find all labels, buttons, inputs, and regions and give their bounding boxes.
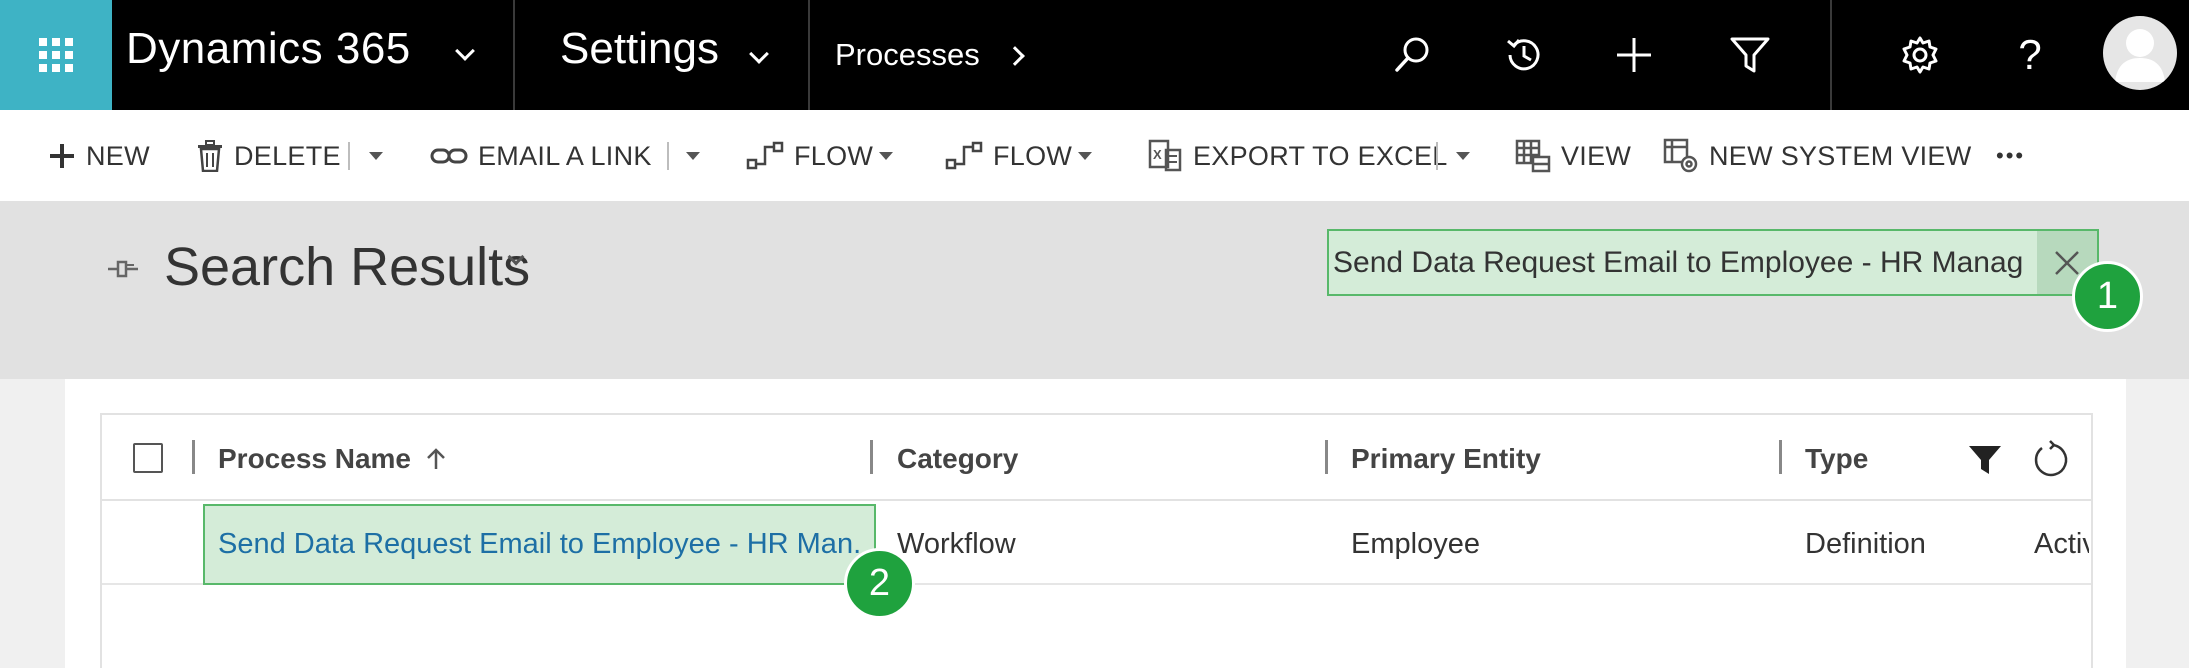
flow-icon: [945, 141, 983, 170]
pin-icon[interactable]: [106, 254, 142, 289]
flow-icon: [746, 141, 784, 170]
close-icon: [2055, 250, 2079, 275]
toolbar-divider: [667, 142, 669, 170]
recent-history-icon[interactable]: [1499, 30, 1549, 80]
chevron-down-icon[interactable]: [369, 152, 383, 160]
delete-button[interactable]: DELETE: [196, 138, 341, 174]
delete-label: DELETE: [234, 140, 341, 171]
chevron-down-icon[interactable]: [455, 41, 475, 61]
nav-divider: [513, 0, 515, 110]
link-icon: [430, 148, 468, 164]
search-icon[interactable]: [1387, 30, 1437, 80]
area-selector[interactable]: Settings: [560, 24, 719, 74]
column-header-type[interactable]: Type: [1805, 443, 1868, 475]
column-divider[interactable]: [1779, 440, 1782, 474]
grid-filter-icon[interactable]: [1967, 444, 2003, 481]
filter-icon[interactable]: [1725, 30, 1775, 80]
toolbar-divider: [1436, 142, 1438, 170]
column-divider[interactable]: [870, 440, 873, 474]
view-label: VIEW: [1561, 140, 1632, 171]
top-navigation-bar: Dynamics 365 Settings Processes ?: [0, 0, 2189, 110]
chevron-down-icon[interactable]: [1078, 152, 1092, 160]
view-title[interactable]: Search Results: [164, 236, 530, 298]
chevron-down-icon[interactable]: [686, 152, 700, 160]
sort-ascending-icon: [426, 448, 445, 469]
new-system-view-button[interactable]: NEW SYSTEM VIEW: [1663, 138, 1972, 174]
flow-button[interactable]: FLOW: [746, 138, 873, 174]
app-launcher-button[interactable]: [0, 0, 112, 110]
flow-button-2[interactable]: FLOW: [945, 138, 1072, 174]
email-link-label: EMAIL A LINK: [478, 140, 652, 171]
help-icon[interactable]: ?: [2005, 30, 2055, 80]
view-button[interactable]: VIEW: [1515, 138, 1631, 174]
callout-badge-1: 1: [2072, 261, 2143, 332]
refresh-icon[interactable]: [2032, 440, 2072, 485]
system-view-gear-icon: [1663, 138, 1698, 173]
cell-status: Activ: [2034, 528, 2089, 560]
breadcrumb-processes[interactable]: Processes: [835, 37, 980, 73]
new-label: NEW: [86, 140, 150, 171]
chevron-down-icon[interactable]: [749, 44, 769, 64]
column-divider[interactable]: [1325, 440, 1328, 474]
nav-divider: [808, 0, 810, 110]
more-commands-button[interactable]: •••: [1996, 138, 2025, 174]
nav-divider: [1830, 0, 1832, 110]
plus-icon: [50, 144, 74, 168]
column-header-process-name[interactable]: Process Name: [218, 443, 447, 475]
column-divider[interactable]: [192, 440, 195, 474]
view-grid-icon: [1515, 139, 1551, 173]
callout-badge-2: 2: [844, 548, 915, 619]
process-name-link[interactable]: Send Data Request Email to Employee - HR…: [218, 528, 863, 561]
column-header-process-name-label: Process Name: [218, 443, 412, 474]
search-input-value[interactable]: Send Data Request Email to Employee - HR…: [1333, 246, 2037, 280]
cell-type: Definition: [1805, 528, 1926, 560]
avatar[interactable]: [2103, 16, 2177, 90]
email-link-button[interactable]: EMAIL A LINK: [430, 138, 652, 174]
trash-icon: [198, 140, 222, 172]
column-header-primary-entity[interactable]: Primary Entity: [1351, 443, 1541, 475]
brand-title[interactable]: Dynamics 365: [126, 24, 411, 74]
svg-text:X: X: [1153, 147, 1162, 162]
excel-icon: X: [1148, 139, 1182, 172]
select-all-checkbox[interactable]: [133, 443, 163, 473]
chevron-down-icon[interactable]: [879, 152, 893, 160]
chevron-down-icon[interactable]: [1456, 152, 1470, 160]
column-header-category[interactable]: Category: [897, 443, 1018, 475]
new-system-view-label: NEW SYSTEM VIEW: [1709, 140, 1972, 171]
cell-category: Workflow: [897, 528, 1016, 560]
export-excel-button[interactable]: X EXPORT TO EXCEL: [1147, 138, 1448, 174]
gear-icon[interactable]: [1895, 30, 1945, 80]
chevron-right-icon[interactable]: [1005, 46, 1025, 66]
toolbar-divider: [348, 142, 350, 170]
flow-label-2: FLOW: [993, 140, 1073, 171]
export-excel-label: EXPORT TO EXCEL: [1193, 140, 1448, 171]
command-bar: NEW DELETE EMAIL A LINK FLOW FLOW X EXPO…: [0, 110, 2189, 201]
waffle-icon: [39, 38, 73, 72]
new-button[interactable]: NEW: [48, 138, 150, 174]
flow-label: FLOW: [794, 140, 874, 171]
plus-icon[interactable]: [1609, 30, 1659, 80]
cell-primary-entity: Employee: [1351, 528, 1480, 560]
